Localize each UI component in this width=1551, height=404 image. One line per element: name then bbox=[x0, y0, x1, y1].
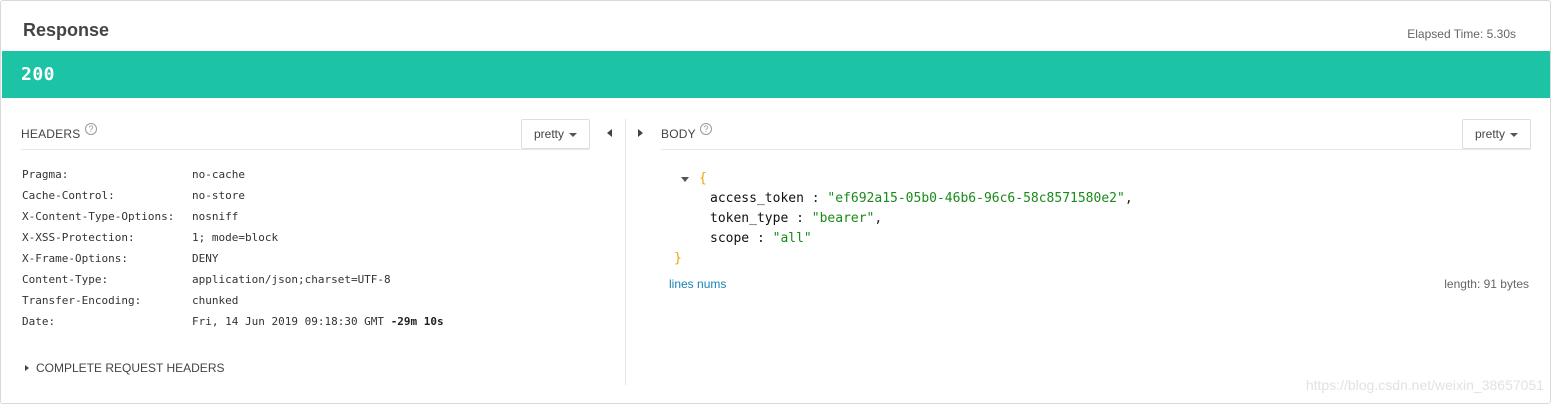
watermark: https://blog.csdn.net/weixin_38657051 bbox=[1305, 377, 1544, 393]
header-name: Pragma: bbox=[22, 168, 69, 181]
response-title: Response bbox=[23, 20, 110, 40]
panel-divider bbox=[625, 119, 626, 385]
caret-down-icon bbox=[569, 132, 578, 137]
header-name: Transfer-Encoding: bbox=[22, 294, 142, 307]
headers-label: HEADERS bbox=[21, 127, 81, 141]
header-value: no-store bbox=[192, 189, 245, 202]
headers-format-label: pretty bbox=[534, 127, 565, 141]
lines-nums-link[interactable]: lines nums bbox=[669, 277, 726, 291]
triangle-right-icon bbox=[25, 364, 29, 371]
json-comma: , bbox=[874, 211, 883, 226]
caret-down-icon bbox=[1510, 132, 1519, 137]
header-name: Content-Type: bbox=[22, 273, 109, 286]
json-value: "all" bbox=[772, 231, 812, 246]
json-comma: , bbox=[1124, 191, 1133, 206]
json-collapse-icon[interactable] bbox=[681, 177, 689, 182]
json-value: "ef692a15-05b0-46b6-96c6-58c8571580e2" bbox=[827, 191, 1125, 206]
status-code: 200 bbox=[21, 64, 56, 85]
json-open-brace: { bbox=[699, 171, 707, 186]
headers-format-dropdown[interactable]: pretty bbox=[521, 119, 590, 149]
header-name: X-Content-Type-Options: bbox=[22, 210, 175, 223]
elapsed-time: Elapsed Time: 5.30s bbox=[1407, 27, 1516, 41]
header-name: Cache-Control: bbox=[22, 189, 115, 202]
response-panel: Response Elapsed Time: 5.30s 200 HEADERS… bbox=[0, 0, 1551, 404]
json-value: "bearer" bbox=[811, 211, 875, 226]
header-value: no-cache bbox=[192, 168, 245, 181]
body-format-label: pretty bbox=[1475, 127, 1506, 141]
collapse-left-icon[interactable] bbox=[607, 129, 612, 137]
divider bbox=[21, 149, 590, 150]
complete-request-headers-toggle[interactable]: COMPLETE REQUEST HEADERS bbox=[25, 361, 224, 375]
header-value: Fri, 14 Jun 2019 09:18:30 GMT -29m 10s bbox=[192, 315, 444, 328]
header-value: 1; mode=block bbox=[192, 231, 279, 244]
json-close-brace: } bbox=[674, 251, 682, 266]
response-header: Response Elapsed Time: 5.30s bbox=[2, 2, 1550, 51]
status-bar: 200 bbox=[2, 51, 1550, 98]
date-relative: -29m 10s bbox=[390, 315, 444, 328]
json-key: access_token bbox=[710, 191, 804, 206]
header-value: chunked bbox=[192, 294, 239, 307]
body-label: BODY bbox=[661, 127, 696, 141]
json-entry: token_type : "bearer", bbox=[710, 211, 883, 226]
body-format-dropdown[interactable]: pretty bbox=[1462, 119, 1531, 149]
header-value: DENY bbox=[192, 252, 219, 265]
divider bbox=[661, 149, 1531, 150]
date-value: Fri, 14 Jun 2019 09:18:30 GMT bbox=[192, 315, 385, 328]
header-value: nosniff bbox=[192, 210, 239, 223]
header-value: application/json;charset=UTF-8 bbox=[192, 273, 391, 286]
expand-right-icon[interactable] bbox=[638, 129, 643, 137]
json-key: scope bbox=[710, 231, 750, 246]
body-length: length: 91 bytes bbox=[1444, 277, 1529, 291]
help-icon[interactable]: ? bbox=[700, 123, 712, 135]
json-key: token_type bbox=[710, 211, 789, 226]
json-entry: scope : "all" bbox=[710, 231, 812, 246]
json-entry: access_token : "ef692a15-05b0-46b6-96c6-… bbox=[710, 191, 1133, 206]
help-icon[interactable]: ? bbox=[85, 123, 97, 135]
header-name: Date: bbox=[22, 315, 56, 328]
header-name: X-XSS-Protection: bbox=[22, 231, 135, 244]
complete-request-headers-label: COMPLETE REQUEST HEADERS bbox=[36, 361, 225, 375]
header-name: X-Frame-Options: bbox=[22, 252, 128, 265]
